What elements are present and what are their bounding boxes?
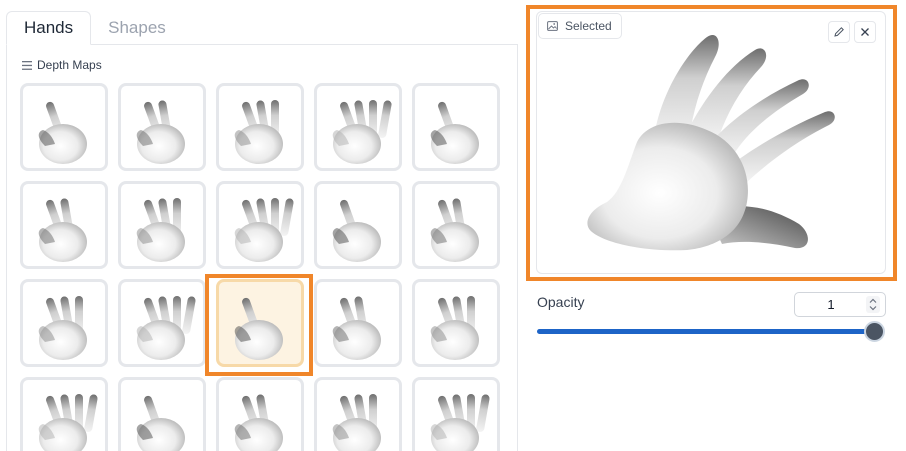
- gallery-item-pointing-dark[interactable]: [412, 83, 500, 171]
- gallery-item-index-point[interactable]: [118, 83, 206, 171]
- hand-thumbnail-image: [136, 296, 196, 360]
- selected-badge-label: Selected: [565, 19, 612, 33]
- tab-hands[interactable]: Hands: [6, 11, 92, 45]
- gallery-item-three-fingers-spread[interactable]: [412, 181, 500, 269]
- opacity-slider-track[interactable]: [537, 329, 877, 334]
- gallery-item-fist-top[interactable]: [216, 377, 304, 451]
- gallery-item-claw-hand[interactable]: [314, 279, 402, 367]
- gallery-item-flat-hand-fingers[interactable]: [118, 181, 206, 269]
- opacity-number-input[interactable]: 1: [794, 292, 886, 317]
- hand-thumbnail-image: [38, 394, 98, 451]
- gallery-item-open-hand-light[interactable]: [20, 279, 108, 367]
- gallery-item-c-shape[interactable]: [20, 377, 108, 451]
- gallery-item-v-sign-dark[interactable]: [20, 181, 108, 269]
- hand-thumbnail-image: [430, 394, 490, 451]
- hand-thumbnail-image: [430, 198, 479, 262]
- gallery-item-peace[interactable]: [216, 83, 304, 171]
- section-header: Depth Maps: [22, 58, 102, 72]
- gallery-item-pinch-c[interactable]: [412, 279, 500, 367]
- gallery-item-open-hand-shaded[interactable]: [118, 279, 206, 367]
- opacity-value[interactable]: 1: [795, 297, 867, 312]
- selected-badge: Selected: [538, 13, 622, 39]
- hand-thumbnail-image: [234, 394, 283, 451]
- close-icon: [861, 28, 869, 36]
- hand-thumbnail-image: [38, 198, 87, 262]
- gallery-item-pointing-two[interactable]: [314, 83, 402, 171]
- close-button[interactable]: [854, 21, 876, 43]
- gallery-item-fist-index-up[interactable]: [20, 83, 108, 171]
- hand-thumbnail-image: [136, 395, 185, 451]
- hand-thumbnail-image: [430, 101, 479, 164]
- selected-hand-image: [587, 34, 835, 251]
- hand-thumbnail-image: [38, 101, 87, 164]
- hand-thumbnail-image: [332, 100, 392, 164]
- gallery-item-index-up-side[interactable]: [118, 377, 206, 451]
- hand-thumbnail-image: [332, 296, 381, 360]
- hand-thumbnail-image: [38, 296, 87, 360]
- tab-shapes[interactable]: Shapes: [91, 11, 183, 45]
- hand-thumbnail-image: [136, 198, 185, 262]
- image-icon: [547, 21, 558, 31]
- hand-thumbnail-image: [234, 198, 294, 262]
- gallery-item-three-fingers[interactable]: [314, 181, 402, 269]
- stepper-arrows-icon: [869, 298, 877, 311]
- opacity-slider-thumb[interactable]: [864, 321, 885, 342]
- hand-thumbnail-image: [430, 296, 479, 360]
- tab-bar: Hands Shapes: [6, 11, 183, 45]
- selection-outline: [205, 274, 313, 376]
- hand-thumbnail-image: [332, 199, 381, 262]
- gallery-item-three-fingers-dark[interactable]: [216, 181, 304, 269]
- pencil-icon: [834, 27, 844, 37]
- hand-thumbnail-image: [234, 100, 283, 164]
- hand-thumbnail-image: [136, 100, 185, 164]
- edit-button[interactable]: [828, 21, 850, 43]
- hand-library-panel: Hands Shapes Depth Maps: [0, 0, 520, 451]
- gallery-item-flat-reach[interactable]: [314, 377, 402, 451]
- selected-preview: Selected: [536, 11, 886, 274]
- section-title: Depth Maps: [37, 58, 102, 72]
- list-icon: [22, 60, 32, 70]
- hand-thumbnail-image: [332, 394, 381, 451]
- gallery-item-fist-front[interactable]: [412, 377, 500, 451]
- opacity-stepper[interactable]: [866, 296, 880, 313]
- opacity-label: Opacity: [537, 294, 585, 310]
